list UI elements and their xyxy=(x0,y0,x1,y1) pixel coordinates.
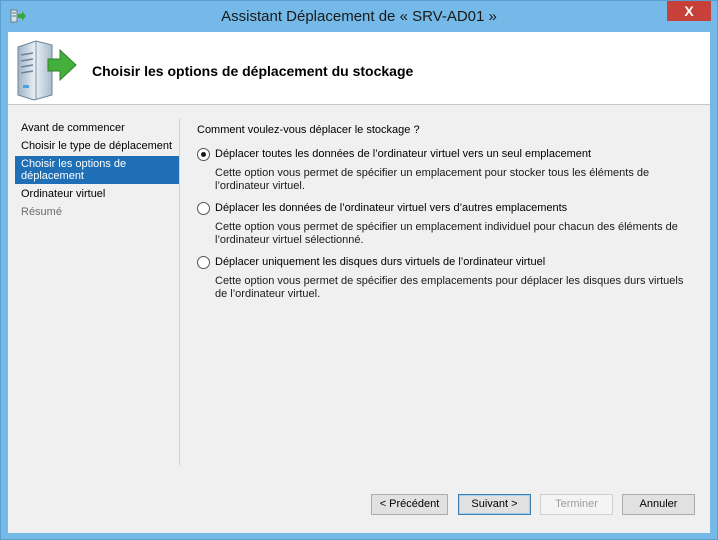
server-migration-icon xyxy=(17,40,77,101)
option-virtual-disks-only[interactable]: Déplacer uniquement les disques durs vir… xyxy=(197,256,697,301)
wizard-client-area: Choisir les options de déplacement du st… xyxy=(8,32,710,533)
storage-question: Comment voulez-vous déplacer le stockage… xyxy=(197,124,420,136)
radio-single-location[interactable] xyxy=(197,148,210,161)
title-bar[interactable]: Assistant Déplacement de « SRV-AD01 » X xyxy=(1,1,717,32)
window-title: Assistant Déplacement de « SRV-AD01 » xyxy=(221,8,497,25)
option-label[interactable]: Déplacer les données de l’ordinateur vir… xyxy=(215,202,697,215)
wizard-window: Assistant Déplacement de « SRV-AD01 » X xyxy=(0,0,718,540)
nav-step-avant-de-commencer[interactable]: Avant de commencer xyxy=(15,120,179,136)
nav-step-ordinateur-virtuel[interactable]: Ordinateur virtuel xyxy=(15,186,179,202)
option-description: Cette option vous permet de spécifier de… xyxy=(215,275,684,300)
nav-step-type-deplacement[interactable]: Choisir le type de déplacement xyxy=(15,138,179,154)
nav-divider xyxy=(179,118,180,465)
next-button[interactable]: Suivant > xyxy=(458,494,531,515)
option-different-locations[interactable]: Déplacer les données de l’ordinateur vir… xyxy=(197,202,697,247)
wizard-body: Avant de commencer Choisir le type de dé… xyxy=(8,105,710,533)
radio-virtual-disks-only[interactable] xyxy=(197,256,210,269)
option-description: Cette option vous permet de spécifier un… xyxy=(215,221,678,246)
option-label[interactable]: Déplacer uniquement les disques durs vir… xyxy=(215,256,697,269)
page-title: Choisir les options de déplacement du st… xyxy=(92,63,414,79)
cancel-button[interactable]: Annuler xyxy=(622,494,695,515)
wizard-steps-nav: Avant de commencer Choisir le type de dé… xyxy=(15,120,179,222)
wizard-header: Choisir les options de déplacement du st… xyxy=(8,32,710,105)
nav-step-options-deplacement[interactable]: Choisir les options de déplacement xyxy=(15,156,179,184)
close-button[interactable]: X xyxy=(667,1,711,21)
nav-step-resume: Résumé xyxy=(21,206,62,218)
radio-different-locations[interactable] xyxy=(197,202,210,215)
finish-button: Terminer xyxy=(540,494,613,515)
options-panel: Comment voulez-vous déplacer le stockage… xyxy=(197,124,697,310)
option-label[interactable]: Déplacer toutes les données de l’ordinat… xyxy=(215,148,697,161)
previous-button[interactable]: < Précédent xyxy=(371,494,448,515)
wizard-footer: < Précédent Suivant > Terminer Annuler xyxy=(8,490,710,533)
option-single-location[interactable]: Déplacer toutes les données de l’ordinat… xyxy=(197,148,697,193)
option-description: Cette option vous permet de spécifier un… xyxy=(215,167,650,192)
